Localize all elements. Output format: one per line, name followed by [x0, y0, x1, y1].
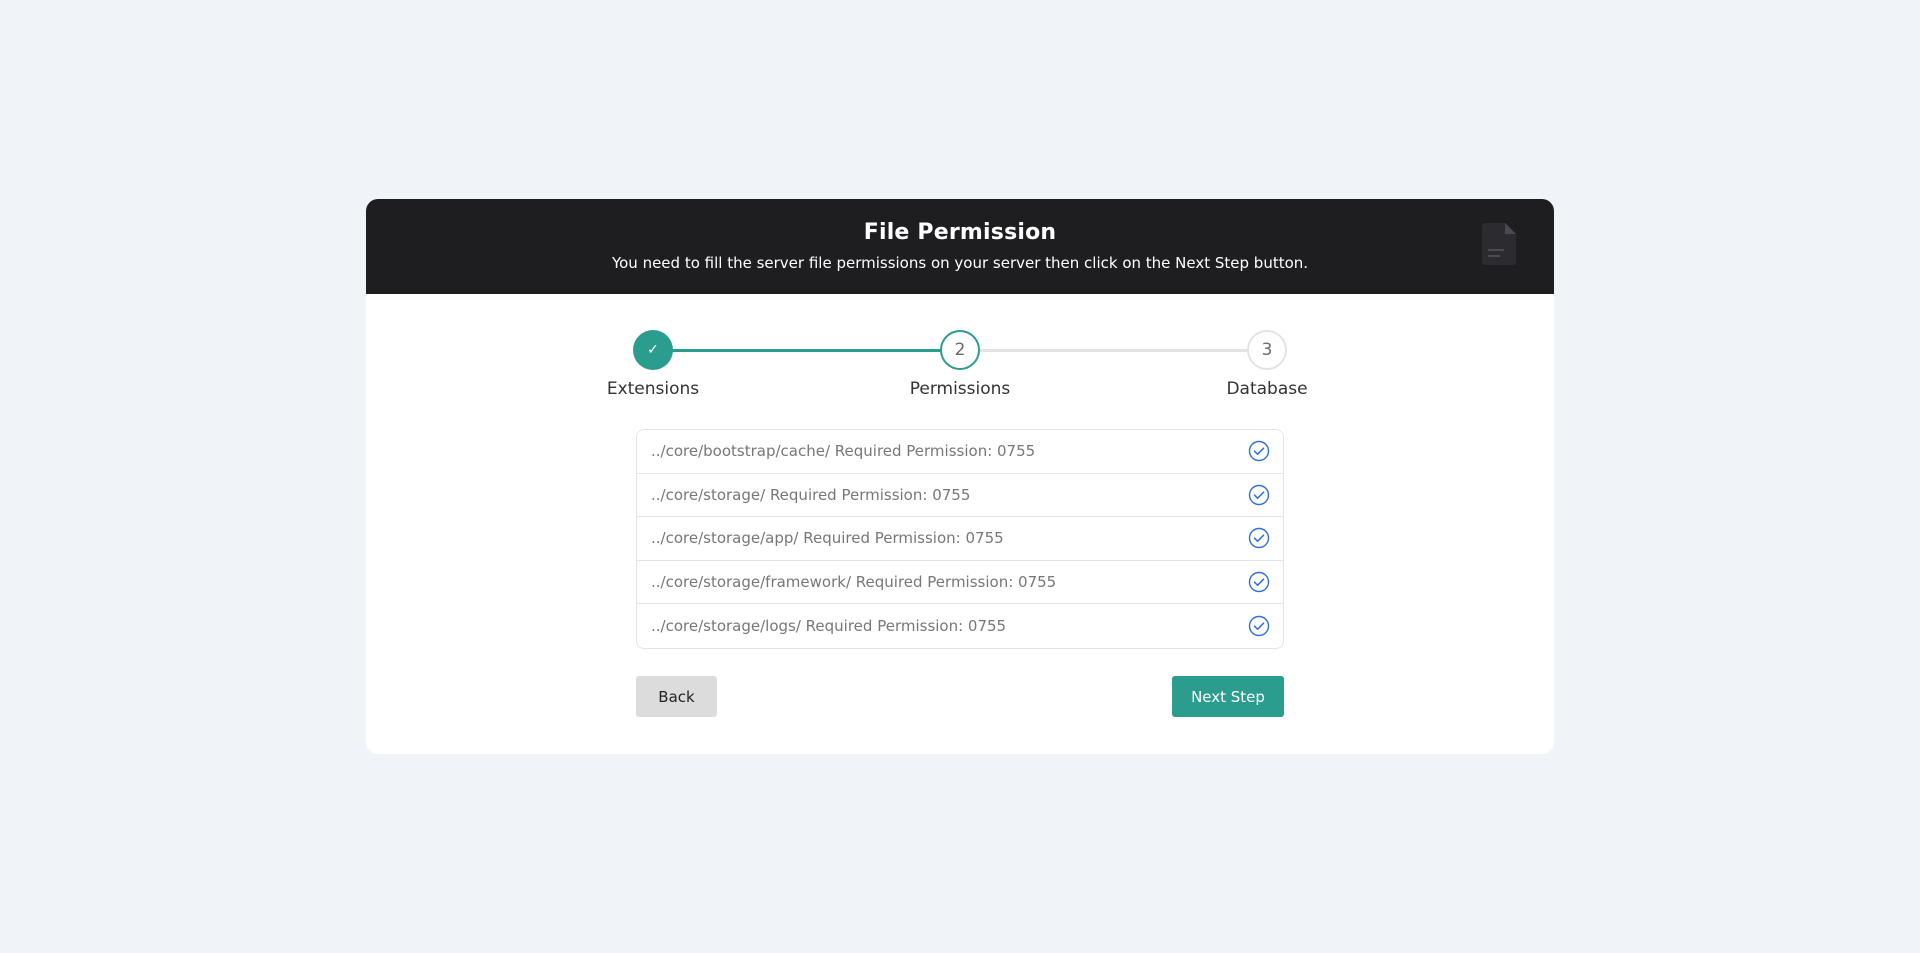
permission-text: ../core/storage/logs/ Required Permissio…: [651, 616, 1007, 635]
list-item: ../core/bootstrap/cache/ Required Permis…: [637, 430, 1283, 474]
page-subtitle: You need to fill the server file permiss…: [611, 254, 1309, 272]
check-circle-icon: [1248, 441, 1270, 462]
step-3-number: 3: [1261, 340, 1273, 360]
progress-steps: ✓ 2 3 Extensions Permissions Database: [366, 330, 1554, 410]
permission-text: ../core/storage/app/ Required Permission…: [651, 529, 1004, 548]
step-1-label: Extensions: [606, 379, 700, 399]
permission-text: ../core/storage/ Required Permission: 07…: [651, 485, 971, 504]
document-icon: [1482, 223, 1516, 265]
step-2-number: 2: [954, 340, 966, 360]
check-circle-icon: [1248, 484, 1270, 505]
step-3-label: Database: [1226, 379, 1308, 399]
check-circle-icon: [1248, 615, 1270, 636]
step-1-marker: ✓: [647, 342, 659, 358]
step-2-label: Permissions: [909, 379, 1011, 399]
check-circle-icon: [1248, 528, 1270, 549]
step-connector-completed: [653, 349, 960, 352]
list-item: ../core/storage/app/ Required Permission…: [637, 517, 1283, 561]
permission-text: ../core/storage/framework/ Required Perm…: [651, 572, 1057, 591]
list-item: ../core/storage/ Required Permission: 07…: [637, 474, 1283, 517]
permission-list: ../core/bootstrap/cache/ Required Permis…: [636, 429, 1284, 649]
list-item: ../core/storage/logs/ Required Permissio…: [637, 604, 1283, 648]
list-item: ../core/storage/framework/ Required Perm…: [637, 561, 1283, 604]
page-title: File Permission: [863, 220, 1057, 245]
step-connector-pending: [960, 349, 1267, 352]
permission-text: ../core/bootstrap/cache/ Required Permis…: [651, 442, 1036, 461]
step-1-circle: ✓: [633, 330, 673, 370]
back-button[interactable]: Back: [636, 676, 717, 717]
step-3-circle: 3: [1247, 330, 1287, 370]
step-2-circle: 2: [940, 330, 980, 370]
next-step-button[interactable]: Next Step: [1172, 676, 1284, 717]
card-header: File Permission You need to fill the ser…: [366, 199, 1554, 294]
check-circle-icon: [1248, 571, 1270, 592]
installer-card: File Permission You need to fill the ser…: [366, 199, 1554, 754]
